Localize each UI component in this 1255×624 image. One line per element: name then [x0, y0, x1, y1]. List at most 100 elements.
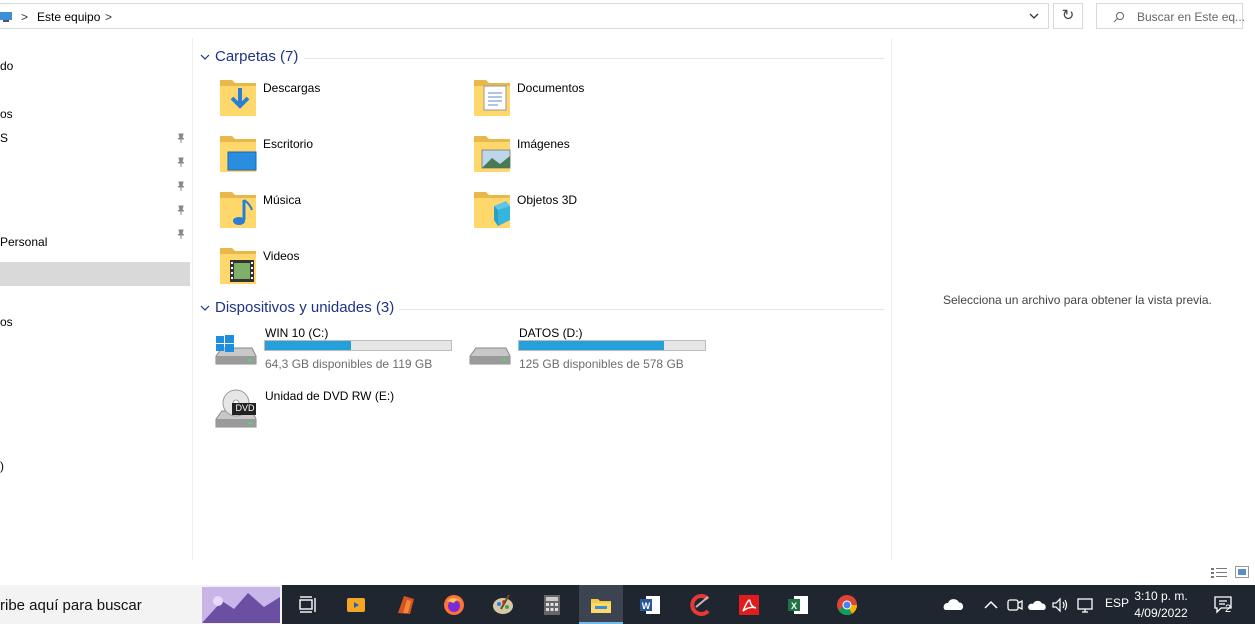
drive-label: WIN 10 (C:) — [265, 326, 329, 340]
drive-free-space: 125 GB disponibles de 578 GB — [519, 357, 684, 371]
folder-label: Escritorio — [263, 137, 314, 151]
pictures-folder-icon — [474, 136, 511, 172]
search-box[interactable]: Buscar en Este eq... — [1096, 3, 1246, 29]
clock[interactable]: 3:10 p. m. 4/09/2022 — [1131, 588, 1191, 622]
drive-usage-fill — [265, 341, 351, 350]
drive-item[interactable]: DVD Unidad de DVD RW (E:) — [214, 389, 464, 439]
folder-item[interactable]: Imágenes — [472, 132, 712, 182]
videos-folder-icon — [220, 248, 256, 284]
pin-icon — [177, 133, 185, 143]
folder-item[interactable]: Documentos — [472, 76, 712, 126]
taskbar-search-box[interactable]: ribe aquí para buscar — [0, 585, 282, 624]
folder-label: Documentos — [517, 81, 585, 95]
folders-group-title: Carpetas (7) — [215, 48, 299, 65]
nav-item[interactable]: do — [0, 59, 13, 73]
ccleaner-icon[interactable] — [688, 593, 712, 617]
folder-label: Música — [263, 193, 302, 207]
drive-item[interactable]: WIN 10 (C:) 64,3 GB disponibles de 119 GB — [214, 326, 464, 376]
folders-group-header[interactable]: Carpetas (7) — [200, 48, 884, 68]
drive-label: DATOS (D:) — [519, 326, 583, 340]
drive-label: Unidad de DVD RW (E:) — [265, 389, 395, 403]
file-explorer-icon[interactable] — [589, 593, 613, 617]
search-icon — [1113, 12, 1124, 23]
folder-item[interactable]: Música — [218, 188, 458, 238]
meet-now-icon[interactable] — [1002, 593, 1026, 617]
dvd-badge: DVD — [235, 403, 255, 413]
pin-icon — [177, 205, 185, 215]
excel-icon[interactable]: X — [786, 593, 810, 617]
folder-label: Descargas — [263, 81, 321, 95]
media-player-icon[interactable] — [344, 593, 368, 617]
drive-free-space: 64,3 GB disponibles de 119 GB — [265, 357, 433, 371]
folder-label: Videos — [263, 249, 300, 263]
refresh-button[interactable]: ↻ — [1053, 3, 1083, 29]
pin-icon — [177, 157, 185, 167]
firefox-icon[interactable] — [442, 593, 466, 617]
nav-item[interactable]: S — [0, 131, 8, 145]
drive-usage-bar — [518, 340, 706, 351]
svg-text:W: W — [642, 601, 651, 611]
taskbar-search-placeholder: ribe aquí para buscar — [0, 597, 142, 614]
drive-usage-bar — [264, 340, 452, 351]
chevron-down-icon — [200, 305, 210, 311]
paint-icon[interactable] — [491, 593, 515, 617]
pin-icon — [177, 181, 185, 191]
details-view-icon[interactable] — [1211, 567, 1227, 578]
office-app-icon[interactable] — [394, 593, 418, 617]
cloud-sync-icon[interactable] — [1025, 593, 1049, 617]
documents-folder-icon — [474, 80, 510, 116]
chrome-icon[interactable] — [835, 593, 859, 617]
breadcrumb-separator: > — [21, 10, 29, 24]
computer-icon — [0, 12, 12, 22]
folder-label: Objetos 3D — [517, 193, 578, 207]
volume-icon[interactable] — [1048, 593, 1072, 617]
nav-selected-item[interactable] — [0, 262, 190, 286]
search-highlight-icon — [202, 587, 280, 623]
group-divider — [399, 309, 884, 310]
folder-label: Imágenes — [517, 137, 570, 151]
task-view-icon[interactable] — [296, 593, 320, 617]
acrobat-icon[interactable] — [737, 593, 761, 617]
large-icons-view-icon[interactable] — [1235, 566, 1249, 578]
word-icon[interactable]: W — [638, 593, 662, 617]
breadcrumb-separator[interactable]: > — [105, 10, 112, 24]
devices-group-title: Dispositivos y unidades (3) — [215, 299, 395, 316]
breadcrumb-este-equipo[interactable]: Este equipo — [37, 10, 100, 24]
drive-item[interactable]: DATOS (D:) 125 GB disponibles de 578 GB — [468, 326, 718, 376]
preview-divider[interactable] — [891, 38, 892, 560]
search-placeholder: Buscar en Este eq... — [1137, 10, 1246, 24]
nav-item[interactable]: os — [0, 315, 13, 329]
pane-divider[interactable] — [192, 38, 193, 560]
nav-item[interactable]: os — [0, 107, 13, 121]
nav-item[interactable]: Personal — [0, 235, 47, 249]
music-folder-icon — [220, 192, 256, 228]
downloads-folder-icon — [220, 80, 256, 116]
folder-item[interactable]: Videos — [218, 244, 458, 294]
nav-item[interactable]: ) — [0, 459, 4, 473]
chevron-down-icon[interactable] — [1028, 10, 1040, 22]
network-icon[interactable] — [1073, 593, 1097, 617]
clock-date: 4/09/2022 — [1134, 606, 1188, 620]
chevron-up-icon[interactable] — [979, 593, 1003, 617]
address-bar[interactable]: > Este equipo > — [0, 3, 1049, 29]
address-toolbar: > Este equipo > ↻ Buscar en Este eq... — [0, 0, 1255, 34]
drive-usage-fill — [519, 341, 665, 350]
windows-drive-icon — [215, 335, 257, 365]
language-indicator[interactable]: ESP — [1105, 596, 1129, 610]
onedrive-icon[interactable] — [941, 593, 965, 617]
notifications-icon[interactable] — [1212, 593, 1236, 617]
folder-item[interactable]: Objetos 3D — [472, 188, 712, 238]
chevron-down-icon — [200, 54, 210, 60]
calculator-icon[interactable] — [540, 593, 564, 617]
folder-item[interactable]: Escritorio — [218, 132, 458, 182]
hard-drive-icon — [469, 347, 511, 365]
notification-count: 2 — [1225, 603, 1232, 615]
devices-group-header[interactable]: Dispositivos y unidades (3) — [200, 299, 884, 319]
preview-message: Selecciona un archivo para obtener la vi… — [943, 293, 1212, 307]
3d-objects-folder-icon — [474, 192, 510, 228]
svg-text:X: X — [791, 601, 797, 611]
clock-time: 3:10 p. m. — [1134, 589, 1188, 603]
folder-item[interactable]: Descargas — [218, 76, 458, 126]
group-divider — [304, 58, 884, 59]
desktop-folder-icon — [220, 136, 257, 172]
